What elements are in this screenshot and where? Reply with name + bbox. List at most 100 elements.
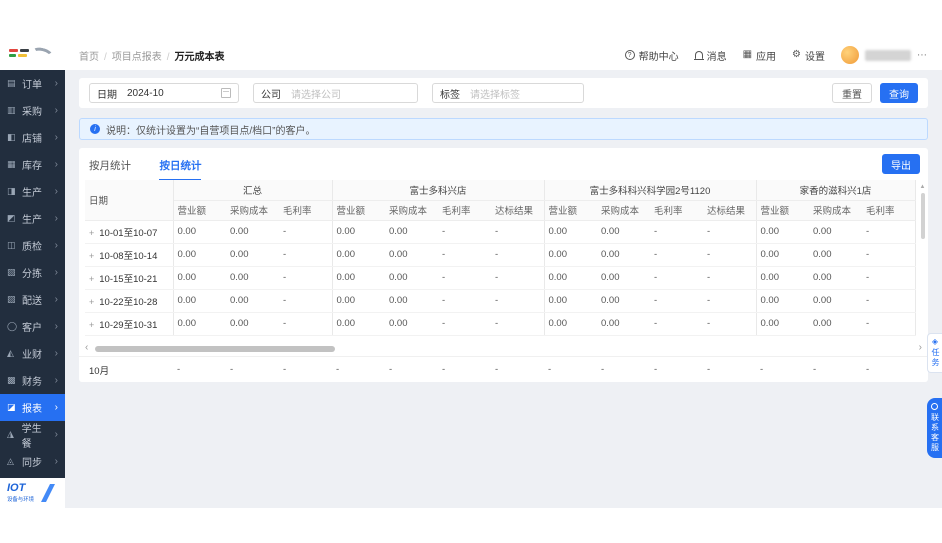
breadcrumb-home[interactable]: 首页	[79, 52, 99, 63]
task-float-button[interactable]: ◈ 任务	[927, 333, 942, 373]
biz-finance-icon: ◭	[7, 348, 14, 358]
info-text: 说明：仅统计设置为“自营项目点/档口”的客户。	[106, 125, 316, 137]
export-button[interactable]: 导出	[882, 154, 920, 174]
sidebar-item-label: 店铺	[22, 134, 42, 145]
user-menu[interactable]: ⋯	[841, 46, 928, 64]
value-cell: -	[279, 243, 333, 267]
avatar[interactable]	[841, 46, 859, 64]
expand-icon[interactable]: +	[89, 274, 94, 284]
sidebar-item-finance[interactable]: ▩ 财务 ›	[0, 367, 65, 394]
logo-mark-green	[9, 54, 16, 57]
summary-value-cell: -	[336, 364, 340, 375]
filter-buttons: 重置 查询	[832, 83, 918, 103]
sidebar-item-sync[interactable]: ◬ 同步 ›	[0, 448, 65, 475]
logo-mark-yellow	[18, 54, 27, 57]
finance-icon: ▩	[7, 375, 16, 385]
group-header: 富士多科兴店	[332, 180, 545, 201]
value-cell: 0.00	[597, 312, 650, 336]
sidebar-item-orders[interactable]: ▤ 订单 ›	[0, 70, 65, 97]
sidebar-item-customers[interactable]: ◯ 客户 ›	[0, 313, 65, 340]
more-icon[interactable]: ⋯	[917, 50, 928, 61]
sidebar-item-student-meal[interactable]: ◮ 学生餐 ›	[0, 421, 65, 450]
info-icon: i	[90, 124, 100, 134]
sidebar-item-production-1[interactable]: ◨ 生产 ›	[0, 178, 65, 205]
info-banner: i 说明：仅统计设置为“自营项目点/档口”的客户。	[79, 118, 928, 140]
sidebar-item-reports[interactable]: ◪ 报表 ›	[0, 394, 65, 421]
sidebar-menu: ▤ 订单 › ▥ 采购 › ◧ 店铺 › ▦ 库存 › ◨ 生产 › ◩ 生产 › ◫ 质检 › ▧ 分拣 › ▨ 配送 › ◯ 客户 ›…	[0, 70, 65, 475]
value-cell: -	[703, 243, 757, 267]
column-header: 营业额	[173, 200, 226, 221]
vertical-scrollbar[interactable]: ▲	[918, 184, 927, 346]
sidebar-item-inventory[interactable]: ▦ 库存 ›	[0, 151, 65, 178]
sidebar-item-delivery[interactable]: ▨ 配送 ›	[0, 286, 65, 313]
value-cell: 0.00	[226, 289, 279, 313]
sidebar-item-label: 财务	[22, 377, 42, 388]
logo-mark-dark	[20, 49, 29, 52]
sidebar-item-label: 采购	[22, 107, 42, 118]
sidebar-item-shop[interactable]: ◧ 店铺 ›	[0, 124, 65, 151]
value-cell: 0.00	[544, 266, 597, 290]
table-row: +10-08至10-14 0.00 0.00-0.00 0.00- -0.00 0.00-…	[85, 243, 916, 267]
header-action-settings[interactable]: ⚙ 设置	[792, 48, 825, 63]
value-cell: 0.00	[385, 243, 438, 267]
value-cell: 0.00	[226, 220, 279, 244]
horizontal-scroll-thumb[interactable]	[95, 346, 335, 352]
tag-filter-placeholder: 请选择标签	[470, 89, 520, 101]
expand-icon[interactable]: +	[89, 320, 94, 330]
tab-daily-stats[interactable]: 按日统计	[159, 158, 202, 181]
sidebar-item-quality-check[interactable]: ◫ 质检 ›	[0, 232, 65, 259]
value-cell: -	[279, 312, 333, 336]
date-filter[interactable]: 日期 2024-10	[89, 83, 239, 103]
filter-bar: 日期 2024-10 公司 请选择公司 标签 请选择标签 重置 查询	[79, 78, 928, 108]
sidebar-item-biz-finance[interactable]: ◭ 业财 ›	[0, 340, 65, 367]
value-cell: 0.00	[332, 289, 385, 313]
chevron-right-icon: ›	[54, 186, 58, 197]
chevron-right-icon: ›	[54, 321, 58, 332]
value-cell: -	[491, 243, 545, 267]
value-cell: 0.00	[809, 289, 862, 313]
value-cell: -	[279, 220, 333, 244]
sidebar-item-label: 客户	[22, 323, 42, 334]
tag-filter[interactable]: 标签 请选择标签	[432, 83, 584, 103]
summary-value-cell: -	[654, 364, 658, 375]
value-cell: 0.00	[809, 266, 862, 290]
expand-icon[interactable]: +	[89, 228, 94, 238]
value-cell: 0.00	[809, 220, 862, 244]
expand-icon[interactable]: +	[89, 251, 94, 261]
sidebar-item-sorting[interactable]: ▧ 分拣 ›	[0, 259, 65, 286]
reset-button[interactable]: 重置	[832, 83, 872, 103]
group-header: 汇总	[173, 180, 333, 201]
horizontal-scrollbar[interactable]: ‹ ›	[85, 343, 922, 354]
iot-brand-block: IOT 设备与环境	[7, 483, 37, 503]
header-action-message[interactable]: 消息	[693, 48, 727, 63]
breadcrumb-separator: /	[166, 51, 170, 63]
vertical-scroll-thumb[interactable]	[920, 193, 925, 239]
scroll-up-icon[interactable]: ▲	[918, 184, 927, 191]
value-cell: 0.00	[544, 243, 597, 267]
tab-monthly-stats[interactable]: 按月统计	[89, 158, 131, 179]
sidebar-item-label: 分拣	[22, 269, 42, 280]
sidebar-item-production-2[interactable]: ◩ 生产 ›	[0, 205, 65, 232]
query-button[interactable]: 查询	[880, 83, 918, 103]
sidebar-item-label: 同步	[22, 458, 42, 469]
sidebar-item-procurement[interactable]: ▥ 采购 ›	[0, 97, 65, 124]
value-cell: -	[438, 266, 491, 290]
help-circle-icon: ?	[624, 50, 635, 60]
sidebar-item-label: 学生餐	[21, 423, 42, 450]
breadcrumb-section[interactable]: 项目点报表	[112, 52, 162, 63]
chevron-right-icon: ›	[54, 375, 58, 386]
company-filter[interactable]: 公司 请选择公司	[253, 83, 418, 103]
value-cell: -	[703, 266, 757, 290]
iot-subtitle: 设备与环境	[7, 497, 35, 503]
procurement-icon: ▥	[7, 105, 16, 115]
date-range-cell: +10-01至10-07	[85, 220, 174, 244]
header-action-apps[interactable]: ▦ 应用	[743, 48, 776, 63]
value-cell: 0.00	[544, 312, 597, 336]
contact-support-button[interactable]: 联系客服	[927, 398, 942, 458]
expand-icon[interactable]: +	[89, 297, 94, 307]
value-cell: -	[703, 312, 757, 336]
quality-icon: ◫	[7, 240, 16, 250]
scroll-left-icon[interactable]: ‹	[85, 343, 88, 353]
value-cell: 0.00	[756, 220, 809, 244]
header-action-help[interactable]: ? 帮助中心	[624, 48, 679, 63]
